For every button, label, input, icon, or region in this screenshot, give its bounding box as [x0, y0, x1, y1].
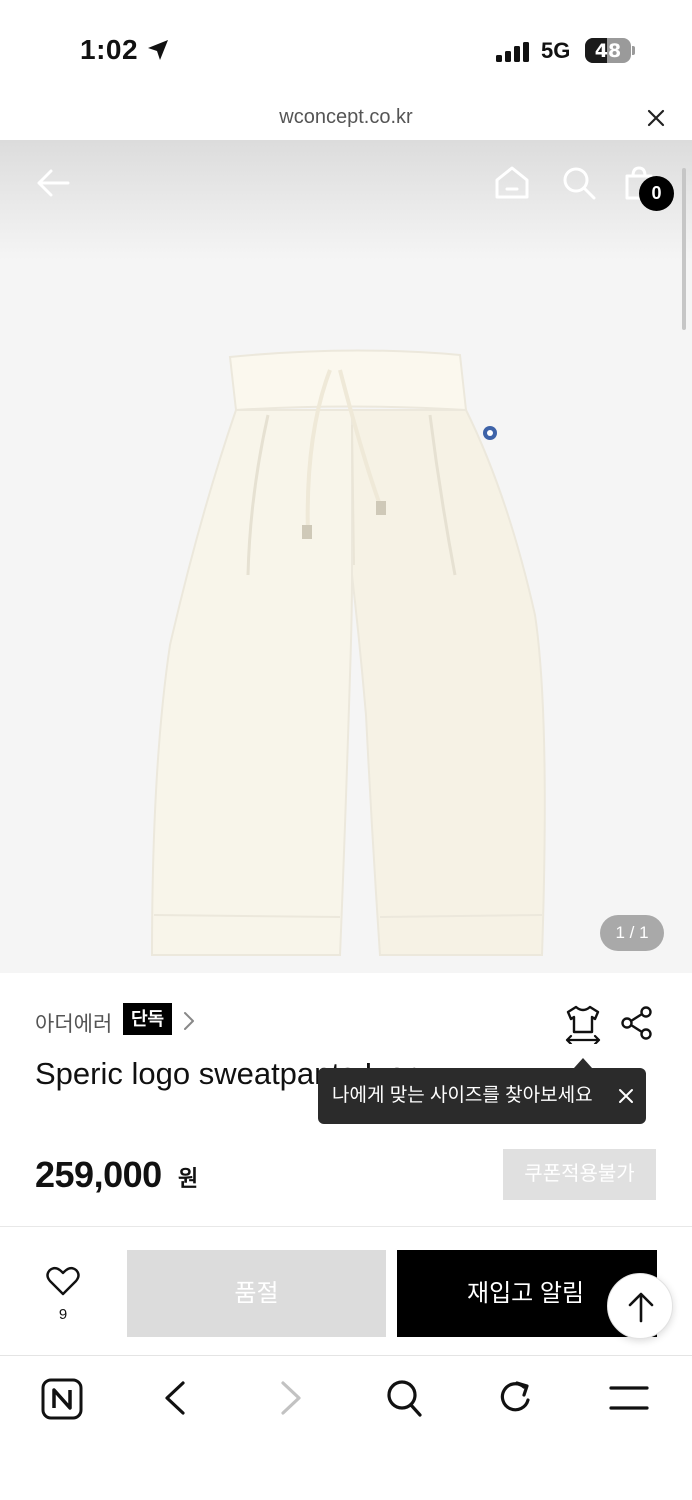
close-icon[interactable] [646, 108, 666, 128]
like-count: 9 [58, 1306, 68, 1323]
search-icon[interactable] [562, 166, 596, 200]
soldout-button[interactable]: 품절 [127, 1250, 386, 1337]
network-type: 5G [541, 38, 571, 63]
signal-icon [496, 42, 529, 62]
share-icon[interactable] [620, 1006, 654, 1040]
status-bar: 1:02 5G 48 [0, 0, 692, 100]
arrow-up-icon [628, 1292, 654, 1323]
heart-icon[interactable] [46, 1266, 80, 1296]
battery-indicator: 48 [585, 38, 631, 63]
cart-count-badge[interactable]: 0 [639, 176, 674, 211]
refresh-icon[interactable] [497, 1378, 535, 1418]
search-icon[interactable] [385, 1378, 423, 1418]
battery-cap [632, 46, 635, 55]
location-arrow-icon [148, 40, 168, 60]
forward-icon [281, 1381, 301, 1415]
browser-url-bar: wconcept.co.kr [0, 100, 692, 140]
coupon-button[interactable]: 쿠폰적용불가 [503, 1149, 656, 1200]
size-guide-icon[interactable] [564, 1004, 602, 1044]
status-time: 1:02 [80, 34, 139, 65]
size-tooltip: 나에게 맞는 사이즈를 찾아보세요 [318, 1068, 646, 1124]
product-image-gallery[interactable]: 1 / 1 [0, 140, 692, 973]
url-text[interactable]: wconcept.co.kr [0, 106, 692, 129]
battery-level: 48 [594, 40, 622, 62]
scroll-indicator [682, 168, 686, 330]
price-currency: 원 [178, 1166, 199, 1191]
product-image [150, 349, 546, 956]
back-arrow-icon[interactable] [36, 168, 70, 198]
product-price: 259,000 [35, 1154, 162, 1195]
header-gradient [0, 140, 692, 260]
divider [0, 1355, 692, 1356]
naver-icon[interactable] [41, 1378, 83, 1420]
divider [0, 1226, 692, 1227]
brand-name[interactable]: 아더에러 [35, 1008, 112, 1038]
home-icon[interactable] [494, 165, 530, 199]
menu-icon[interactable] [609, 1384, 649, 1412]
tooltip-arrow [574, 1058, 592, 1068]
back-icon[interactable] [162, 1380, 188, 1416]
close-icon[interactable] [618, 1088, 634, 1104]
tooltip-text: 나에게 맞는 사이즈를 찾아보세요 [332, 1085, 593, 1106]
chevron-right-icon[interactable] [182, 1010, 196, 1032]
scroll-to-top-button[interactable] [607, 1273, 673, 1339]
image-pager: 1 / 1 [600, 915, 664, 951]
exclusive-badge: 단독 [123, 1003, 173, 1035]
